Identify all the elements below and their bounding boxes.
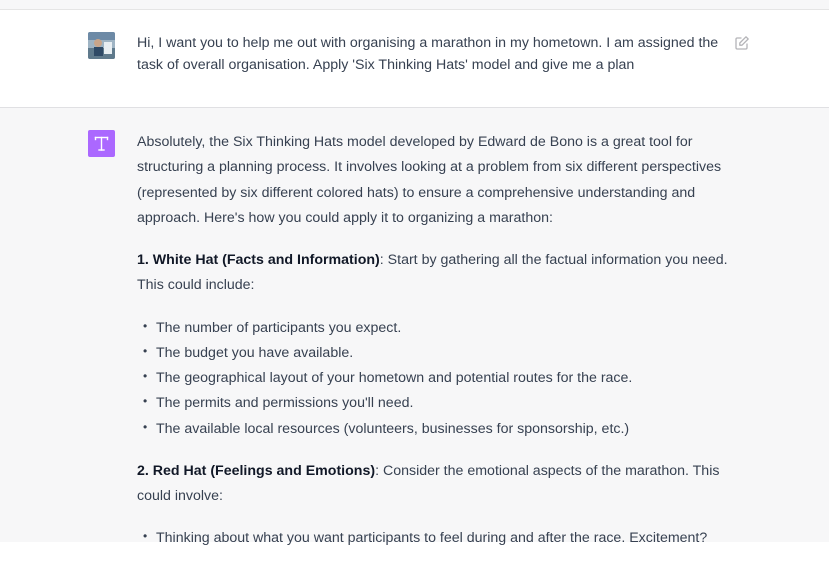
section-heading: 1. White Hat (Facts and Information) [137,252,380,269]
list-item: • The geographical layout of your hometow… [143,369,633,387]
section-heading: 2. Red Hat (Feelings and Emotions) [137,462,376,479]
assistant-message: Absolutely, the Six Thinking Hats model … [0,108,829,546]
list-item: • The budget you have available. [143,343,354,361]
assistant-answer: Absolutely, the Six Thinking Hats model … [137,130,737,569]
user-message-text: Hi, I want you to help me out with organ… [137,35,719,73]
list-item: • The available local resources (voluntee… [143,419,630,437]
user-message: Hi, I want you to help me out with organ… [0,10,829,108]
pencil-square-icon[interactable] [734,35,750,51]
user-avatar [88,32,115,59]
answer-intro: Absolutely, the Six Thinking Hats model … [137,134,722,226]
red-hat-list: • Thinking about what you want participan… [137,526,737,551]
white-hat-list: • The number of participants you expect. … [137,316,737,442]
section-white-hat: 1. White Hat (Facts and Information): St… [137,248,737,299]
list-item: • The permits and permissions you'll need… [143,394,414,412]
list-item: • Thinking about what you want participan… [143,529,708,547]
section-red-hat: 2. Red Hat (Feelings and Emotions): Cons… [137,459,737,510]
previous-message-strip [0,0,829,10]
list-item: • The number of participants you expect. [143,318,402,336]
assistant-avatar [88,130,115,157]
